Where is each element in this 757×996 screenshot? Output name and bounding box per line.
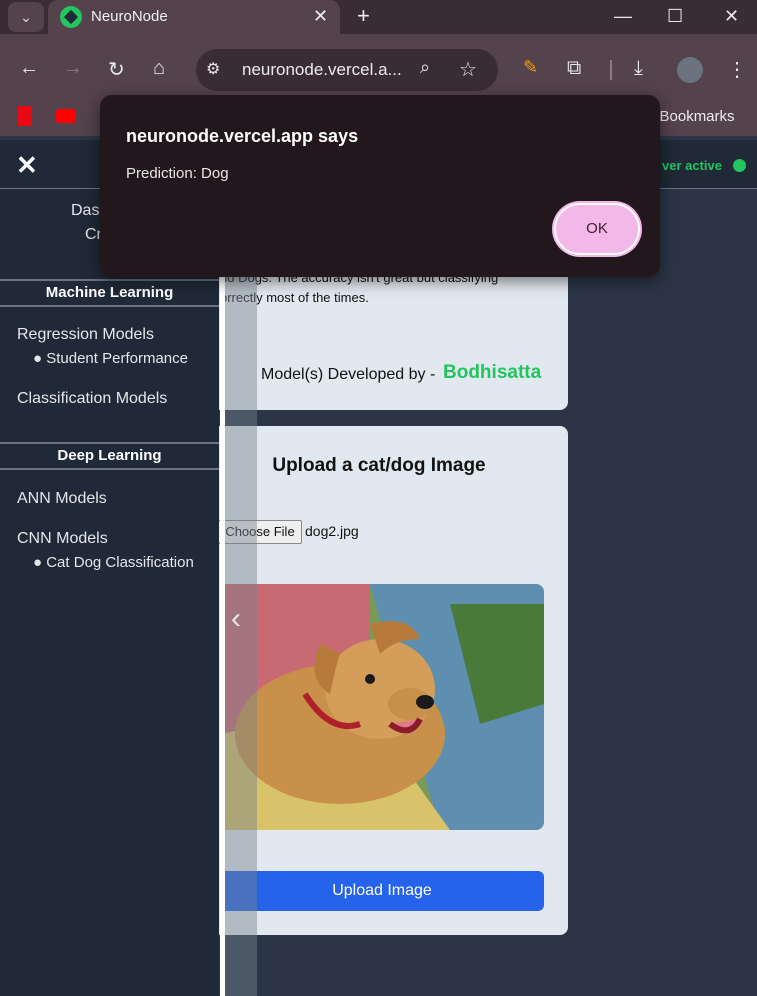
chevron-left-icon[interactable]: ‹ (231, 602, 241, 636)
tab-title: NeuroNode (91, 8, 168, 25)
home-icon[interactable]: ⌂ (153, 57, 165, 80)
sidebar-item-cat-dog-classification[interactable]: ● Cat Dog Classification (33, 554, 194, 571)
forward-icon[interactable]: → (63, 57, 83, 80)
window-maximize-button[interactable]: ☐ (667, 6, 683, 27)
sidebar-item-regression-models[interactable]: Regression Models (17, 326, 154, 344)
section-heading-deep-learning: Deep Learning (0, 442, 219, 470)
toolbar-separator (610, 60, 612, 80)
sidebar-item-dashboard[interactable]: Dasl (71, 202, 103, 220)
description-line-2: orrectly most of the times. (220, 290, 369, 305)
sidebar-item-ann-models[interactable]: ANN Models (17, 490, 107, 508)
sidebar (0, 189, 219, 996)
zoom-icon[interactable]: ⌕ (420, 57, 430, 78)
developer-name: Bodhisatta (443, 362, 542, 383)
dialog-title: neuronode.vercel.app says (126, 126, 359, 146)
netflix-icon[interactable] (18, 106, 32, 126)
menu-icon[interactable]: ⋮ (727, 57, 747, 82)
reload-icon[interactable]: ↻ (108, 57, 125, 82)
neuronode-favicon-icon (60, 6, 82, 28)
server-status-dot (733, 159, 746, 172)
url-text: neuronode.vercel.a... (242, 60, 402, 79)
download-icon[interactable]: ⤓ (634, 57, 643, 80)
tab-search-button[interactable]: ⌄ (8, 2, 44, 32)
youtube-icon[interactable] (56, 109, 76, 123)
selected-file-name: dog2.jpg (305, 523, 359, 539)
server-status-text: ver active (662, 158, 722, 173)
extensions-icon[interactable]: ⧉ (567, 57, 581, 80)
bookmark-star-icon[interactable]: ☆ (459, 57, 477, 82)
uploaded-dog-image (220, 584, 544, 830)
new-tab-button[interactable]: + (357, 3, 370, 29)
window-minimize-button[interactable]: — (614, 6, 632, 27)
sidebar-item-student-performance[interactable]: ● Student Performance (33, 350, 188, 367)
window-close-button[interactable]: ✕ (724, 6, 739, 27)
section-heading-machine-learning: Machine Learning (0, 279, 219, 307)
site-info-icon[interactable]: ⚙ (206, 59, 220, 79)
sidebar-resize-overlay[interactable] (225, 189, 257, 996)
sidebar-item-classification-models[interactable]: Classification Models (17, 390, 167, 408)
sidebar-item-cnn-models[interactable]: CNN Models (17, 530, 108, 548)
upload-image-button[interactable]: Upload Image (220, 871, 544, 911)
back-icon[interactable]: ← (19, 57, 39, 80)
tab-close-icon[interactable]: ✕ (313, 6, 328, 27)
close-sidebar-icon[interactable]: ✕ (16, 150, 38, 181)
pen-extension-icon[interactable]: ✎ (523, 57, 538, 78)
profile-avatar[interactable] (677, 57, 703, 83)
all-bookmarks-label[interactable]: l Bookmarks (652, 108, 735, 125)
dialog-message: Prediction: Dog (126, 165, 229, 182)
developed-by-label: Model(s) Developed by - (261, 366, 436, 383)
dialog-ok-button[interactable]: OK (554, 203, 640, 255)
